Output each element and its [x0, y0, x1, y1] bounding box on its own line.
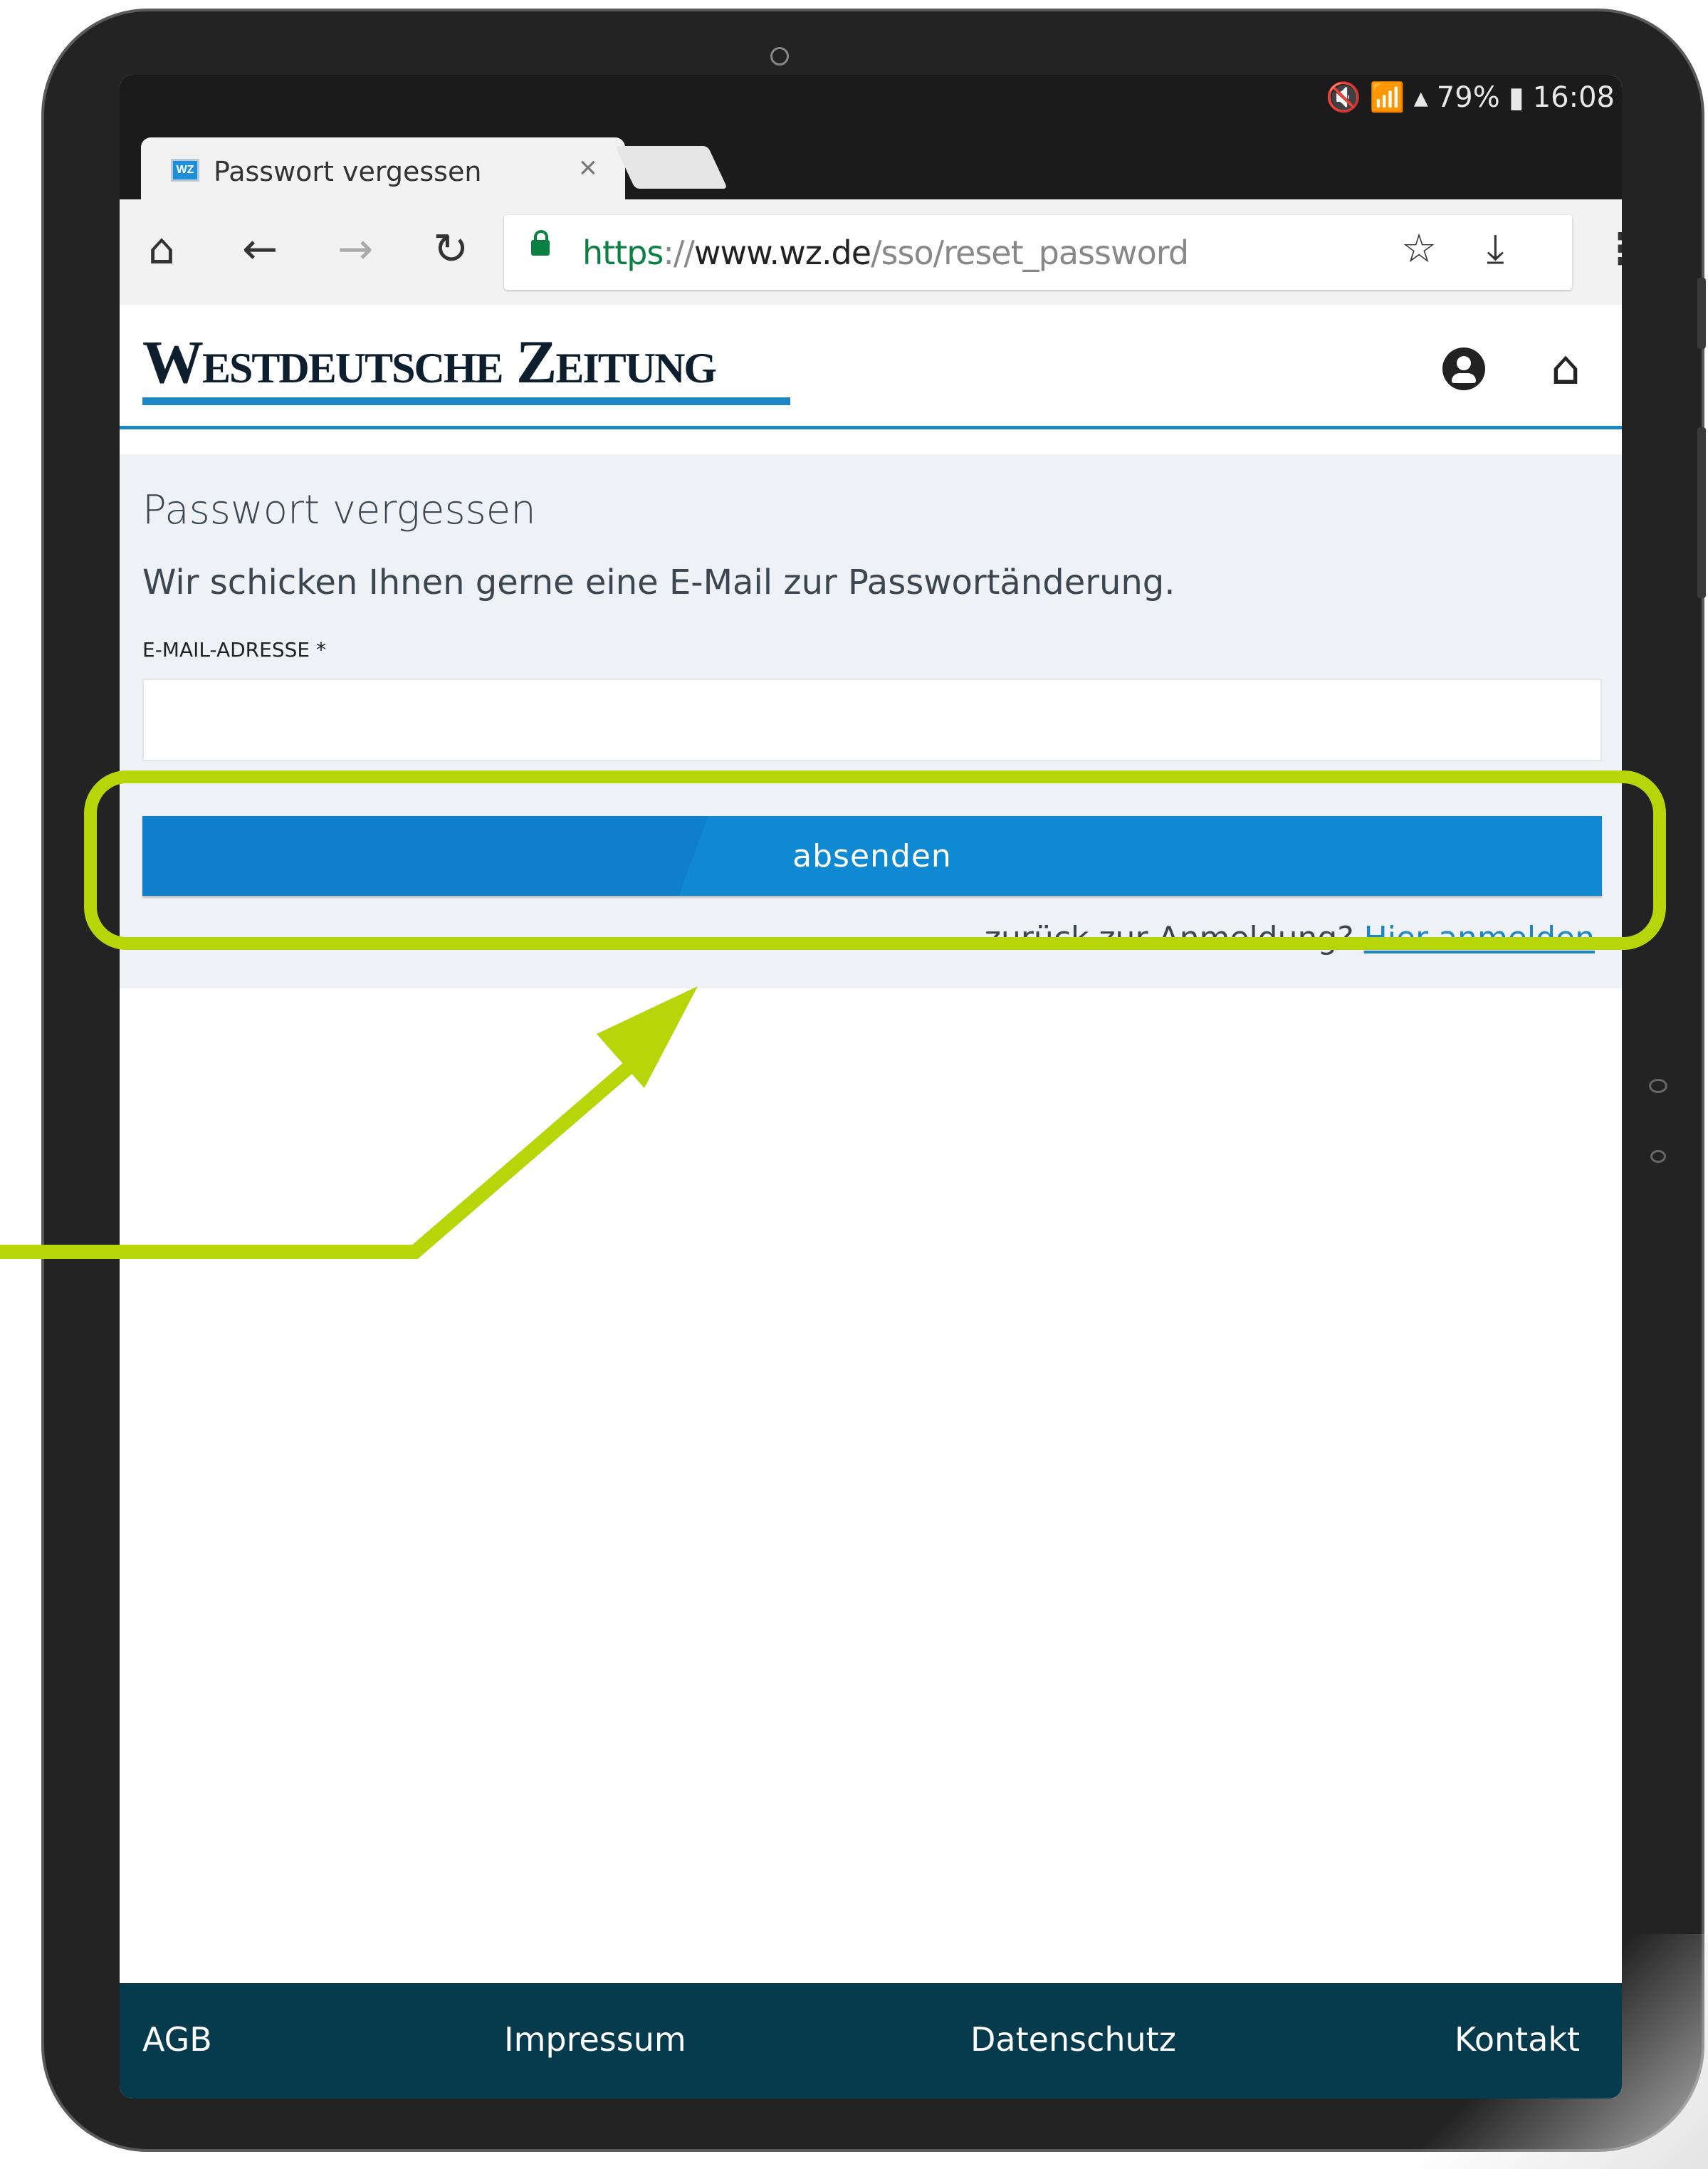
callout-arrow: [0, 986, 698, 1259]
